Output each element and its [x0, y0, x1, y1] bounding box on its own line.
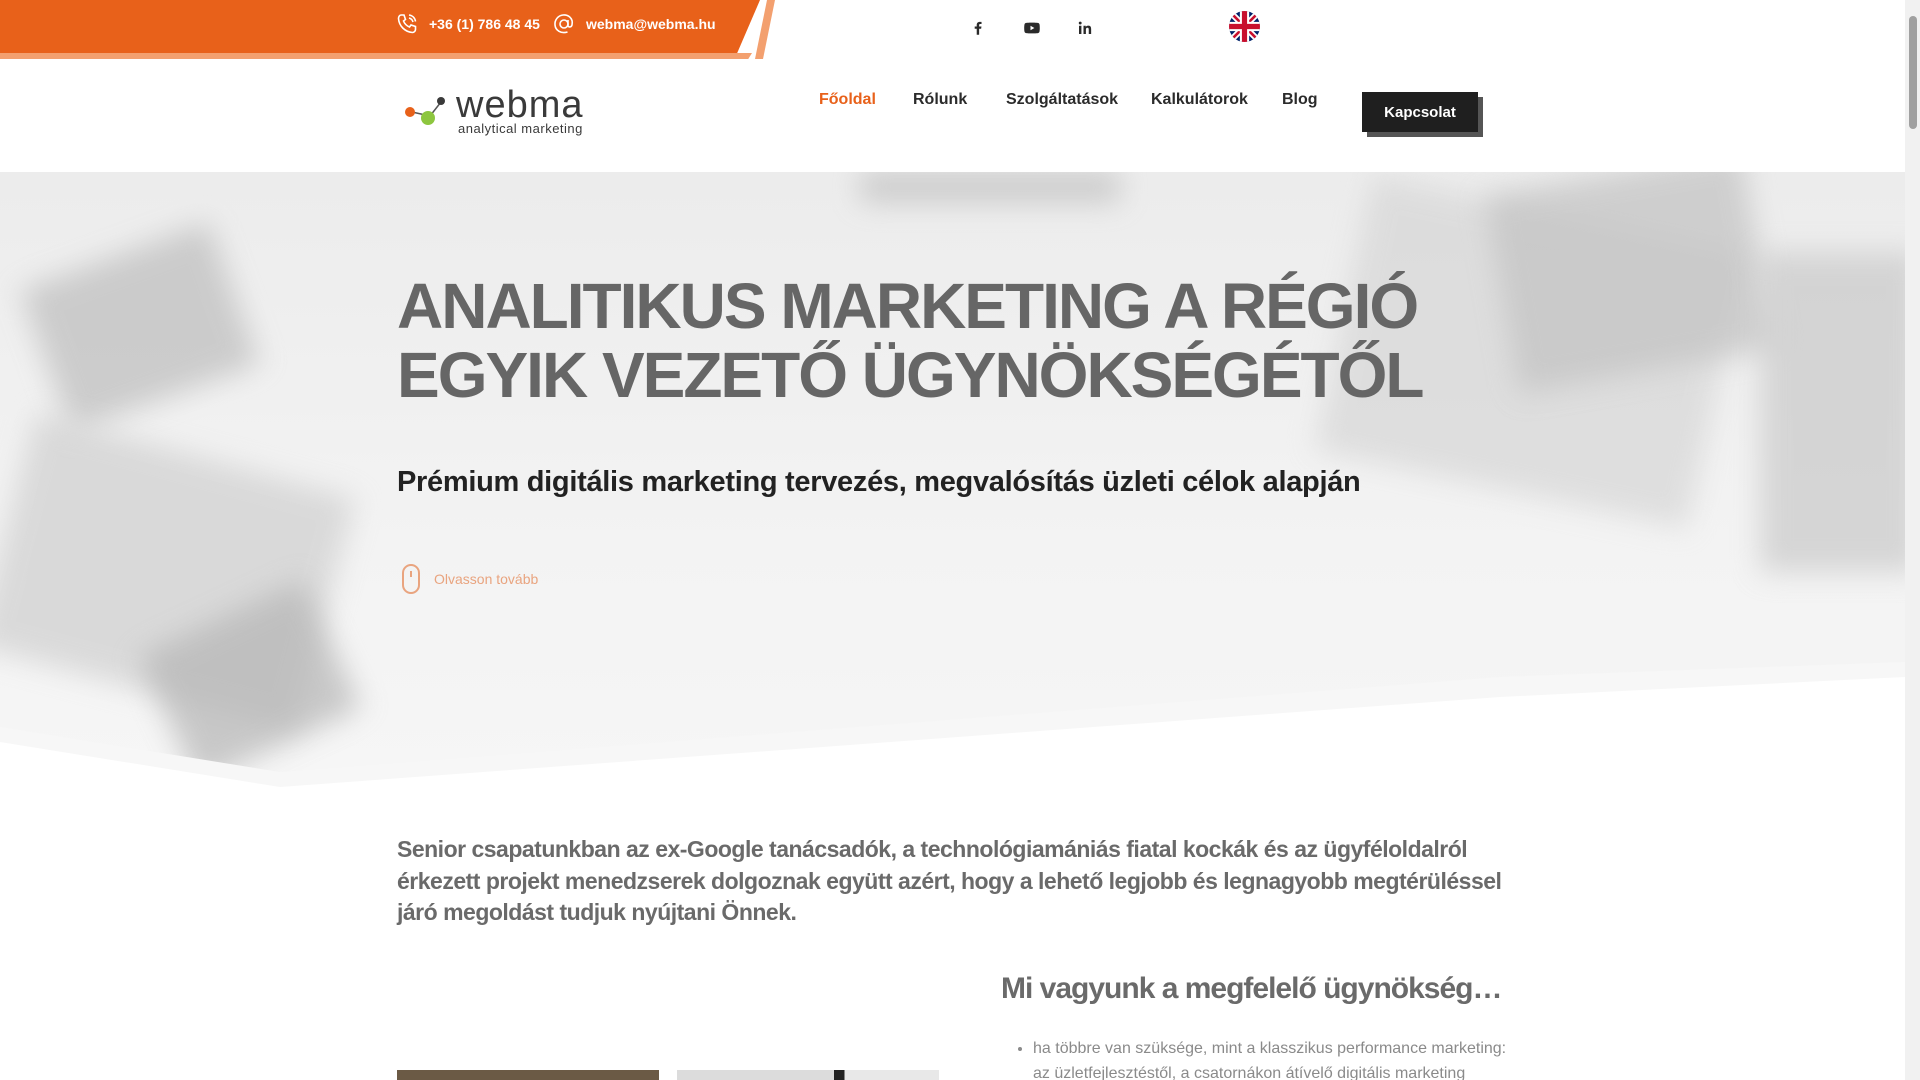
why-us-heading: Mi vagyunk a megfelelő ügynökség… — [1001, 972, 1502, 1005]
facebook-icon[interactable] — [966, 16, 990, 40]
hero-title-line-1: ANALITIKUS MARKETING A RÉGIÓ — [397, 270, 1419, 342]
phone-link[interactable]: +36 (1) 786 48 45 — [395, 12, 540, 36]
read-more-label: Olvasson tovább — [434, 571, 539, 587]
phone-icon — [397, 14, 417, 34]
email-address: webma@webma.hu — [586, 16, 716, 32]
logo-word: webma — [456, 84, 584, 126]
logo-dots-icon — [405, 97, 445, 125]
at-sign-icon — [554, 14, 574, 34]
why-us-list: ha többre van szüksége, mint a klassziku… — [1016, 1036, 1516, 1080]
hero-title-line-2: EGYIK VEZETŐ ÜGYNÖKSÉGÉTŐL — [397, 339, 1424, 411]
hero-title: ANALITIKUS MARKETING A RÉGIÓ EGYIK VEZET… — [397, 272, 1497, 410]
nav-item-kalkulatorok[interactable]: Kalkulátorok — [1151, 91, 1248, 109]
image-tile — [397, 1070, 659, 1080]
nav-item-fooldal[interactable]: Főoldal — [819, 91, 876, 109]
main-header: webma analytical marketing Főoldal Rólun… — [0, 60, 1905, 172]
top-bar-orange-edge — [0, 53, 752, 59]
top-bar-stripe — [755, 0, 775, 59]
mouse-scroll-icon — [402, 564, 420, 594]
uk-flag-icon[interactable] — [1229, 11, 1260, 42]
nav-item-szolgaltatasok[interactable]: Szolgáltatások — [1006, 91, 1118, 109]
page: +36 (1) 786 48 45 webma@webma.hu webma a… — [0, 0, 1920, 1080]
logo-tagline: analytical marketing — [458, 121, 583, 136]
page-scrollbar[interactable] — [1905, 0, 1920, 1080]
email-link[interactable]: webma@webma.hu — [552, 12, 716, 36]
nav-item-blog[interactable]: Blog — [1282, 91, 1318, 109]
scrollbar-thumb[interactable] — [1909, 16, 1917, 129]
contact-button[interactable]: Kapcsolat — [1362, 92, 1478, 132]
intro-paragraph: Senior csapatunkban az ex-Google tanácsa… — [397, 836, 1502, 925]
list-item: ha többre van szüksége, mint a klassziku… — [1033, 1036, 1516, 1080]
nav-item-rolunk[interactable]: Rólunk — [913, 91, 967, 109]
read-more-link[interactable]: Olvasson tovább — [402, 564, 538, 594]
hero-subtitle: Prémium digitális marketing tervezés, me… — [397, 466, 1361, 498]
youtube-icon[interactable] — [1020, 16, 1044, 40]
image-tile — [677, 1070, 939, 1080]
webma-logo[interactable]: webma analytical marketing — [404, 84, 584, 136]
linkedin-icon[interactable] — [1073, 16, 1097, 40]
top-bar: +36 (1) 786 48 45 webma@webma.hu — [0, 0, 1905, 60]
phone-number: +36 (1) 786 48 45 — [429, 16, 540, 32]
